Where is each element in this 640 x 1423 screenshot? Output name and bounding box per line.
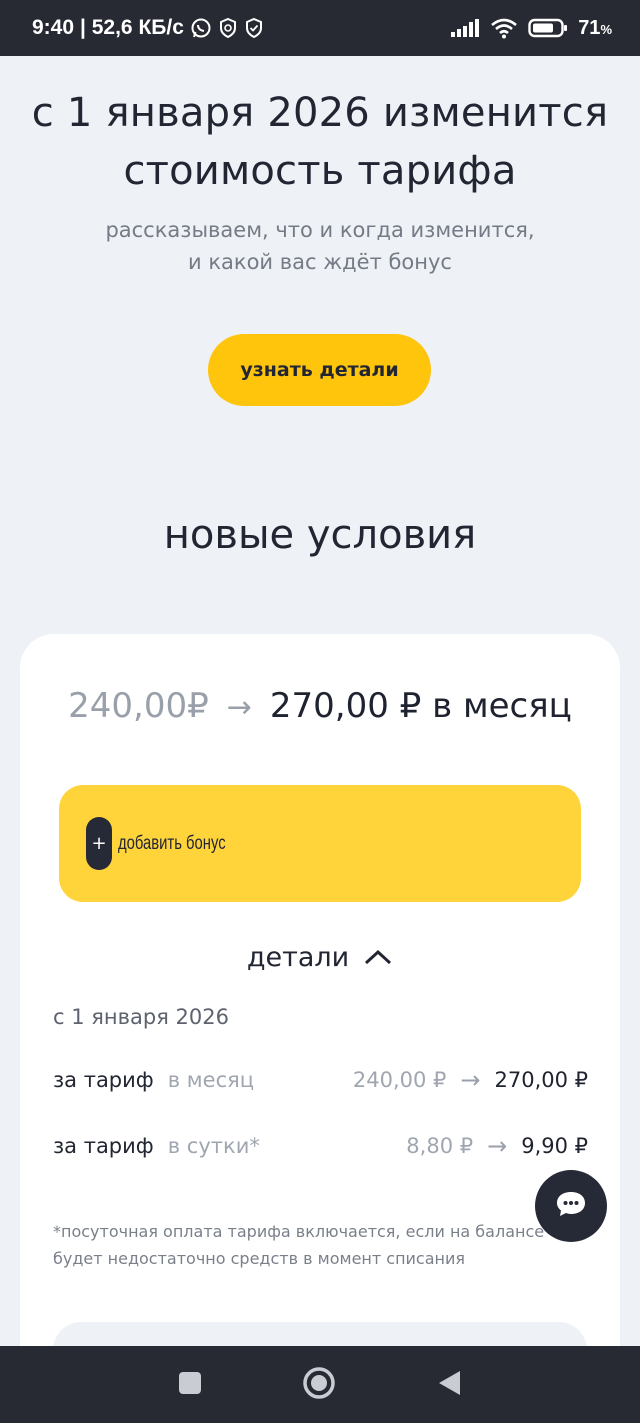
status-bar: 9:40 | 52,6 КБ/с 71%	[0, 0, 640, 56]
arrow-right-icon: →	[487, 1132, 508, 1160]
arrow-right-icon: →	[460, 1066, 481, 1094]
hero: с 1 января 2026 изменится стоимость тари…	[0, 56, 640, 406]
plus-icon: +	[86, 817, 112, 870]
battery-icon	[528, 17, 568, 39]
home-icon[interactable]	[302, 1366, 336, 1404]
price-old: 240,00₽	[68, 686, 209, 726]
row-period: в месяц	[167, 1068, 255, 1092]
row-label: за тариф	[53, 1068, 154, 1092]
price-row-daily: за тариф в сутки* 8,80 ₽ → 9,90 ₽	[53, 1132, 588, 1160]
arrow-right-icon: →	[226, 690, 252, 725]
signal-icon	[450, 18, 480, 38]
chat-bubble-icon	[554, 1189, 588, 1223]
wifi-icon	[490, 17, 518, 39]
learn-details-button[interactable]: узнать детали	[208, 334, 431, 406]
section-title: новые условия	[163, 512, 477, 558]
page-title: с 1 января 2026 изменится стоимость тари…	[31, 90, 609, 194]
price-new: 270,00 ₽ в месяц	[269, 686, 572, 726]
footnote: *посуточная оплата тарифа включается, ес…	[53, 1222, 545, 1268]
row-label: за тариф	[53, 1134, 154, 1158]
chevron-up-icon	[363, 942, 393, 973]
system-nav-bar	[0, 1346, 640, 1423]
row-new-price: 270,00 ₽	[494, 1068, 588, 1092]
details-label: детали	[246, 942, 350, 973]
status-time: 9:40	[32, 16, 75, 39]
battery-percent: 71%	[578, 16, 612, 39]
status-speed: | 52,6 КБ/с	[80, 16, 184, 39]
row-old-price: 8,80 ₽	[406, 1134, 474, 1158]
row-old-price: 240,00 ₽	[352, 1068, 447, 1092]
row-new-price: 9,90 ₽	[521, 1134, 588, 1158]
page-subtitle: рассказываем, что и когда изменится, и к…	[105, 218, 535, 274]
recent-apps-icon[interactable]	[178, 1371, 202, 1399]
back-icon[interactable]	[436, 1369, 462, 1401]
effective-date: с 1 января 2026	[53, 1005, 229, 1029]
price-change: 240,00₽ → 270,00 ₽ в месяц	[0, 686, 640, 726]
shield-check-icon	[244, 17, 264, 39]
details-toggle[interactable]: детали	[0, 942, 640, 973]
row-period: в сутки*	[167, 1134, 260, 1158]
whatsapp-icon	[190, 17, 212, 39]
price-row-monthly: за тариф в месяц 240,00 ₽ → 270,00 ₽	[53, 1066, 588, 1094]
chat-button[interactable]	[535, 1170, 607, 1242]
add-bonus-button[interactable]: + добавить бонус	[59, 785, 581, 902]
add-bonus-label: добавить бонус	[118, 832, 226, 854]
shield-icon	[218, 17, 238, 39]
